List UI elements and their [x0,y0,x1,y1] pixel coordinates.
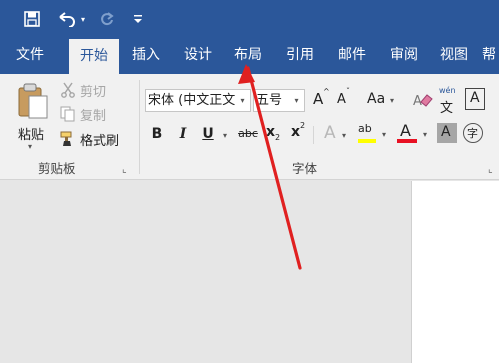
font-color-button[interactable]: A ▾ [395,121,431,146]
font-group-label: 字体 [292,161,318,176]
shrink-caret: ˇ [346,87,350,96]
undo-dropdown-icon[interactable]: ▾ [79,9,87,29]
chevron-down-icon: ▾ [382,130,387,139]
customize-qat-icon[interactable] [132,9,144,29]
clipboard-group-label: 剪贴板 [38,161,76,176]
tab-view[interactable]: 视图 [430,38,478,74]
cut-button[interactable]: 剪切 [58,80,138,100]
font-color-icon: A [400,121,411,140]
tab-references[interactable]: 引用 [276,38,324,74]
grow-font-icon: A [313,90,324,108]
chevron-down-icon: ▾ [342,131,347,140]
tab-file[interactable]: 文件 [6,38,54,74]
tab-home[interactable]: 开始 [69,39,119,74]
row-separator [313,126,314,144]
quick-access-toolbar: ▾ [0,0,499,38]
eraser-icon: A [413,94,433,109]
highlight-pen-icon: ab [358,122,372,135]
phonetic-bottom-label: 文 [440,101,454,116]
text-effects-button[interactable]: A ▾ [322,123,352,145]
phonetic-guide-button[interactable]: wén 文 [437,86,461,116]
font-name-select[interactable]: 宋体 (中文正文 ▾ [145,89,251,112]
font-name-value: 宋体 (中文正文 [148,93,236,108]
tab-layout[interactable]: 布局 [224,38,272,74]
copy-label: 复制 [80,109,107,124]
group-separator [139,80,140,174]
tab-insert[interactable]: 插入 [122,38,170,74]
brush-icon [60,131,72,146]
underline-dropdown-icon[interactable]: ▾ [223,131,227,140]
font-size-select[interactable]: 五号 ▾ [253,89,305,112]
cut-label: 剪切 [80,85,107,100]
shrink-font-icon: A [337,92,346,107]
chevron-down-icon: ▾ [294,96,299,105]
highlight-color-swatch [358,139,376,143]
subscript-mark: 2 [275,133,281,142]
underline-button[interactable]: U [200,124,216,144]
document-page[interactable] [411,181,499,363]
tab-help[interactable]: 帮 [482,38,499,74]
font-launcher-icon[interactable]: ⌞ [488,164,493,175]
document-canvas [0,181,411,363]
paste-dropdown-icon: ▾ [28,142,33,151]
paste-button[interactable]: 粘贴 ▾ [12,80,48,151]
change-case-label: Aa [367,91,386,107]
phonetic-top-label: wén [439,86,456,95]
grow-font-button[interactable]: A ^ [311,87,331,110]
svg-text:A: A [413,94,422,109]
chevron-down-icon: ▾ [240,96,245,105]
character-border-icon: A [470,90,480,106]
enclose-characters-icon: 字 [467,127,478,140]
format-painter-button[interactable]: 格式刷 [58,129,138,149]
character-shading-button[interactable]: A [437,123,457,143]
enclose-characters-button[interactable]: 字 [463,123,483,143]
character-shading-icon: A [441,124,451,140]
tab-mailings[interactable]: 邮件 [328,38,376,74]
ribbon-tabs: 文件 开始 插入 设计 布局 引用 邮件 审阅 视图 帮 [0,38,499,74]
tab-design[interactable]: 设计 [174,38,222,74]
superscript-button[interactable]: x 2 [289,121,309,144]
paste-label: 粘贴 [18,128,45,143]
chevron-down-icon: ▾ [423,130,428,139]
grow-caret: ^ [323,87,330,96]
copy-button[interactable]: 复制 [58,104,138,124]
character-border-button[interactable]: A [465,88,485,110]
subscript-button[interactable]: x 2 [264,124,284,144]
italic-button[interactable]: I [175,124,191,144]
tab-review[interactable]: 审阅 [380,38,428,74]
undo-icon[interactable] [56,9,78,29]
chevron-down-icon: ▾ [390,96,395,105]
clear-formatting-button[interactable]: A [411,89,435,111]
clipboard-icon [18,83,48,119]
superscript-base: x [291,124,301,140]
strikethrough-button[interactable]: abc [236,124,260,144]
ribbon: 粘贴 ▾ 剪切 复制 格式刷 剪贴板 ⌞ 宋体 (中文正文 ▾ 五号 ▾ A ^… [0,74,499,180]
format-painter-label: 格式刷 [80,134,120,149]
font-size-value: 五号 [256,93,283,108]
change-case-button[interactable]: Aa ▾ [365,90,399,110]
subscript-base: x [266,124,276,140]
highlight-button[interactable]: ab ▾ [356,122,390,146]
clipboard-launcher-icon[interactable]: ⌞ [122,164,127,175]
scissors-icon [61,82,75,98]
font-color-swatch [397,139,417,143]
bold-button[interactable]: B [149,124,165,144]
text-effects-icon: A [324,123,336,143]
superscript-mark: 2 [300,121,306,130]
shrink-font-button[interactable]: A ˇ [335,87,355,110]
redo-icon[interactable] [98,9,116,29]
copy-icon [60,106,75,122]
save-icon[interactable] [22,9,42,29]
